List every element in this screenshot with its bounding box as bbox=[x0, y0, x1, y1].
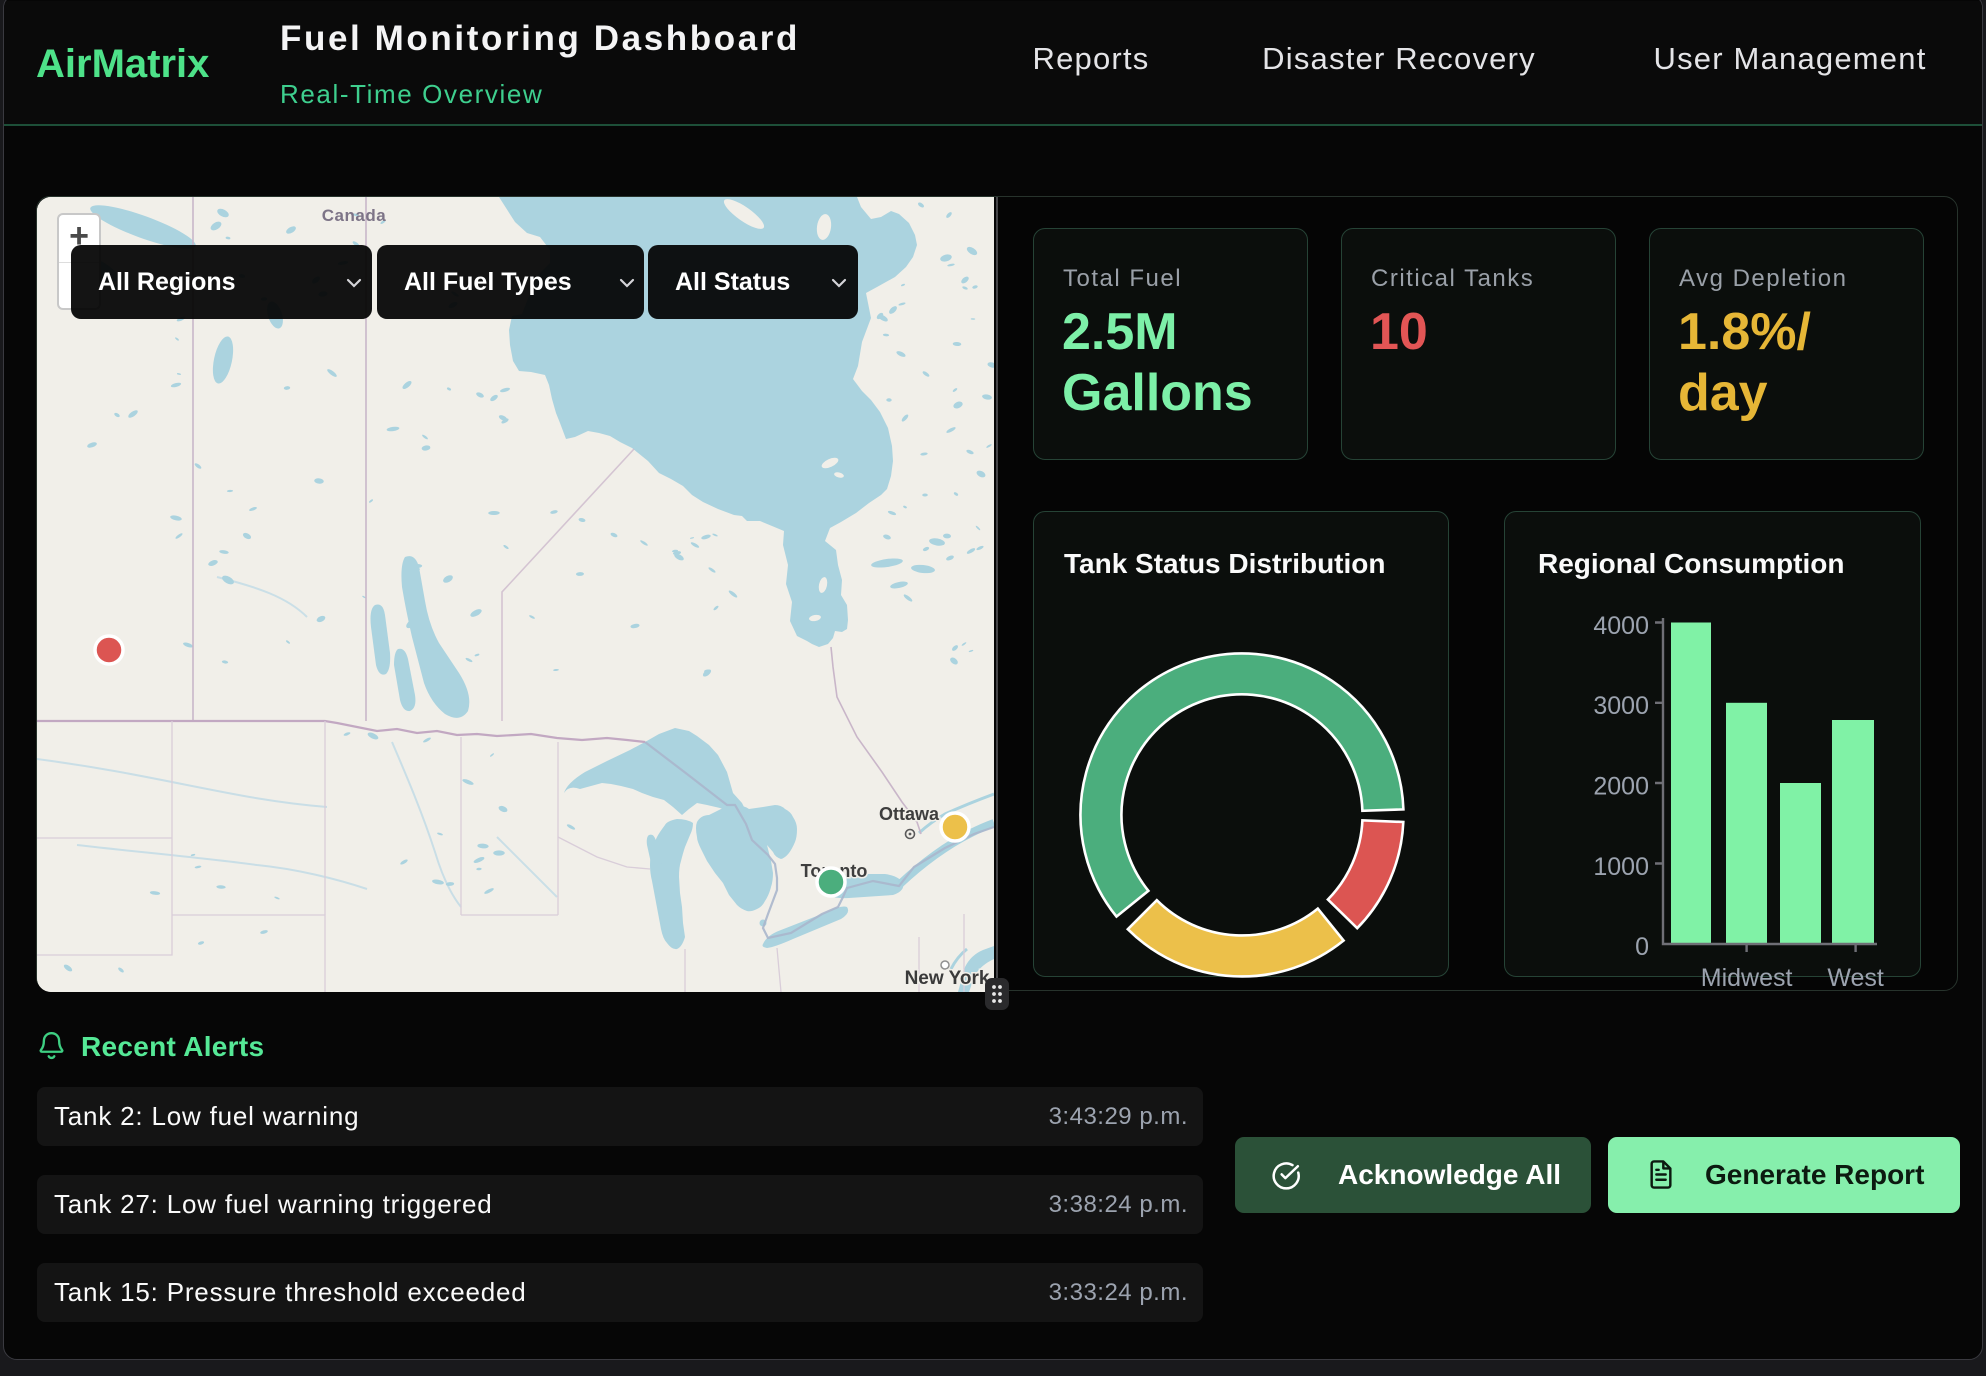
svg-text:Midwest: Midwest bbox=[1701, 964, 1793, 988]
svg-text:3000: 3000 bbox=[1593, 692, 1649, 720]
svg-text:1000: 1000 bbox=[1593, 853, 1649, 881]
svg-text:4000: 4000 bbox=[1593, 612, 1649, 640]
svg-text:0: 0 bbox=[1635, 933, 1649, 961]
svg-text:Ottawa: Ottawa bbox=[879, 804, 940, 824]
svg-text:2000: 2000 bbox=[1593, 773, 1649, 801]
svg-text:West: West bbox=[1827, 964, 1884, 988]
svg-text:Canada: Canada bbox=[322, 206, 386, 225]
svg-text:New York: New York bbox=[905, 968, 990, 989]
